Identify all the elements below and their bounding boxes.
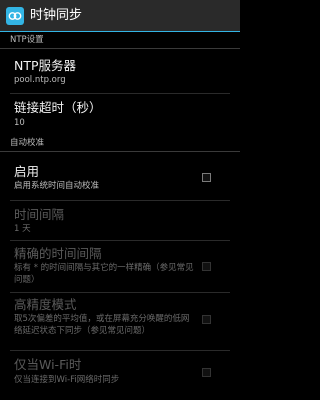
pref-precise-interval[interactable]: 精确的时间间隔 标有 * 的时间间隔与其它的一样精确（参见常见问题） bbox=[0, 241, 240, 291]
pref-summary: 标有 * 的时间间隔与其它的一样精确（参见常见问题） bbox=[14, 263, 194, 285]
pref-title: NTP服务器 bbox=[14, 58, 77, 73]
pref-high-precision[interactable]: 高精度模式 取5次偏差的平均值，或在屏幕充分唤醒的低网络延迟状态下同步（参见常见… bbox=[0, 293, 240, 349]
pref-title: 仅当Wi-Fi时 bbox=[14, 357, 82, 372]
pref-summary: pool.ntp.org bbox=[14, 75, 66, 85]
pref-wifi-only[interactable]: 仅当Wi-Fi时 仅当连接到Wi-Fi网络时同步 bbox=[0, 351, 240, 396]
pref-summary: 取5次偏差的平均值，或在屏幕充分唤醒的低网络延迟状态下同步（参见常见问题） bbox=[14, 314, 190, 336]
section-header-label: NTP设置 bbox=[10, 35, 44, 45]
pref-title: 时间间隔 bbox=[14, 207, 65, 222]
pref-timeout[interactable]: 链接超时（秒） 10 bbox=[0, 94, 240, 136]
pref-summary: 仅当连接到Wi-Fi网络时同步 bbox=[14, 375, 120, 385]
wifi-only-checkbox[interactable] bbox=[202, 368, 211, 377]
pref-title: 精确的时间间隔 bbox=[14, 246, 102, 261]
pref-title: 高精度模式 bbox=[14, 297, 77, 312]
pref-ntp-server[interactable]: NTP服务器 pool.ntp.org bbox=[0, 52, 240, 92]
high-precision-checkbox[interactable] bbox=[202, 315, 211, 324]
precise-interval-checkbox[interactable] bbox=[202, 262, 211, 271]
action-bar: 时钟同步 bbox=[0, 0, 240, 32]
section-header-label: 自动校准 bbox=[10, 138, 45, 148]
app-title: 时钟同步 bbox=[30, 8, 83, 23]
pref-enable[interactable]: 启用 启用系统时间自动校准 bbox=[0, 158, 240, 198]
pref-summary: 10 bbox=[14, 118, 25, 128]
pref-title: 启用 bbox=[14, 164, 40, 179]
clock-sync-icon[interactable] bbox=[6, 7, 24, 25]
section-header-ntp: NTP设置 bbox=[0, 34, 240, 49]
pref-title: 链接超时（秒） bbox=[14, 100, 102, 115]
section-header-auto: 自动校准 bbox=[0, 137, 240, 152]
pref-summary: 启用系统时间自动校准 bbox=[14, 181, 100, 191]
enable-checkbox[interactable] bbox=[202, 173, 211, 182]
pref-interval[interactable]: 时间间隔 1 天 bbox=[0, 201, 240, 239]
pref-summary: 1 天 bbox=[14, 224, 31, 234]
